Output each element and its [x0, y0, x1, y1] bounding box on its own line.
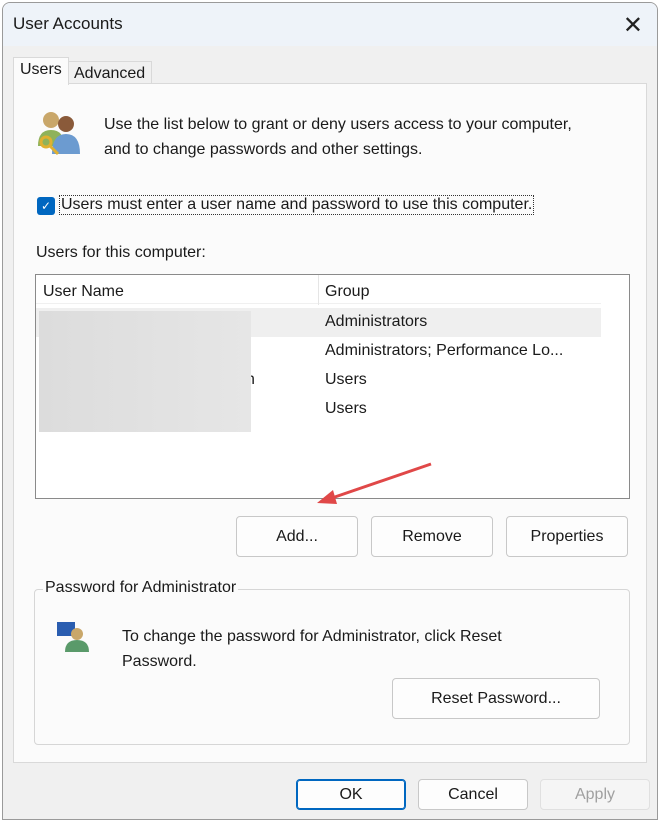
redacted-user-names: [39, 311, 251, 432]
require-login-label[interactable]: Users must enter a user name and passwor…: [59, 195, 535, 215]
password-text-line2: Password.: [122, 653, 197, 670]
close-icon[interactable]: ✕: [623, 11, 643, 40]
user-computer-icon: [57, 622, 89, 652]
password-text-line1: To change the password for Administrator…: [122, 628, 502, 645]
title-bar: User Accounts ✕: [3, 3, 657, 46]
properties-button[interactable]: Properties: [506, 516, 628, 557]
window-title: User Accounts: [13, 14, 123, 33]
cancel-button[interactable]: Cancel: [418, 779, 528, 810]
intro-text-line2: and to change passwords and other settin…: [104, 141, 423, 158]
group-cell: Users: [325, 371, 367, 388]
tab-label: Advanced: [74, 65, 146, 82]
tab-label: Users: [20, 61, 62, 78]
user-accounts-dialog: User Accounts ✕ Users Advanced Use the l…: [2, 2, 658, 820]
ok-button[interactable]: OK: [296, 779, 406, 810]
group-cell: Administrators; Performance Lo...: [325, 342, 564, 359]
reset-password-button[interactable]: Reset Password...: [392, 678, 600, 719]
users-tab-panel: Use the list below to grant or deny user…: [13, 83, 647, 763]
add-button[interactable]: Add...: [236, 516, 358, 557]
annotation-arrow: [317, 462, 432, 504]
column-header-user-name[interactable]: User Name: [43, 283, 124, 301]
remove-button[interactable]: Remove: [371, 516, 493, 557]
column-header-group[interactable]: Group: [325, 283, 369, 301]
apply-button[interactable]: Apply: [540, 779, 650, 810]
tab-advanced[interactable]: Advanced: [67, 61, 153, 85]
intro-text-line1: Use the list below to grant or deny user…: [104, 116, 572, 133]
users-key-icon: [38, 112, 80, 156]
password-group: Password for Administrator To change the…: [34, 579, 630, 745]
password-group-title: Password for Administrator: [43, 579, 239, 597]
require-login-checkbox[interactable]: ✓: [37, 197, 55, 215]
tab-users[interactable]: Users: [13, 57, 69, 85]
users-list-label: Users for this computer:: [36, 244, 206, 261]
group-cell: Administrators: [325, 313, 428, 330]
group-cell: Users: [325, 400, 367, 417]
list-header: User Name Group: [36, 275, 601, 305]
